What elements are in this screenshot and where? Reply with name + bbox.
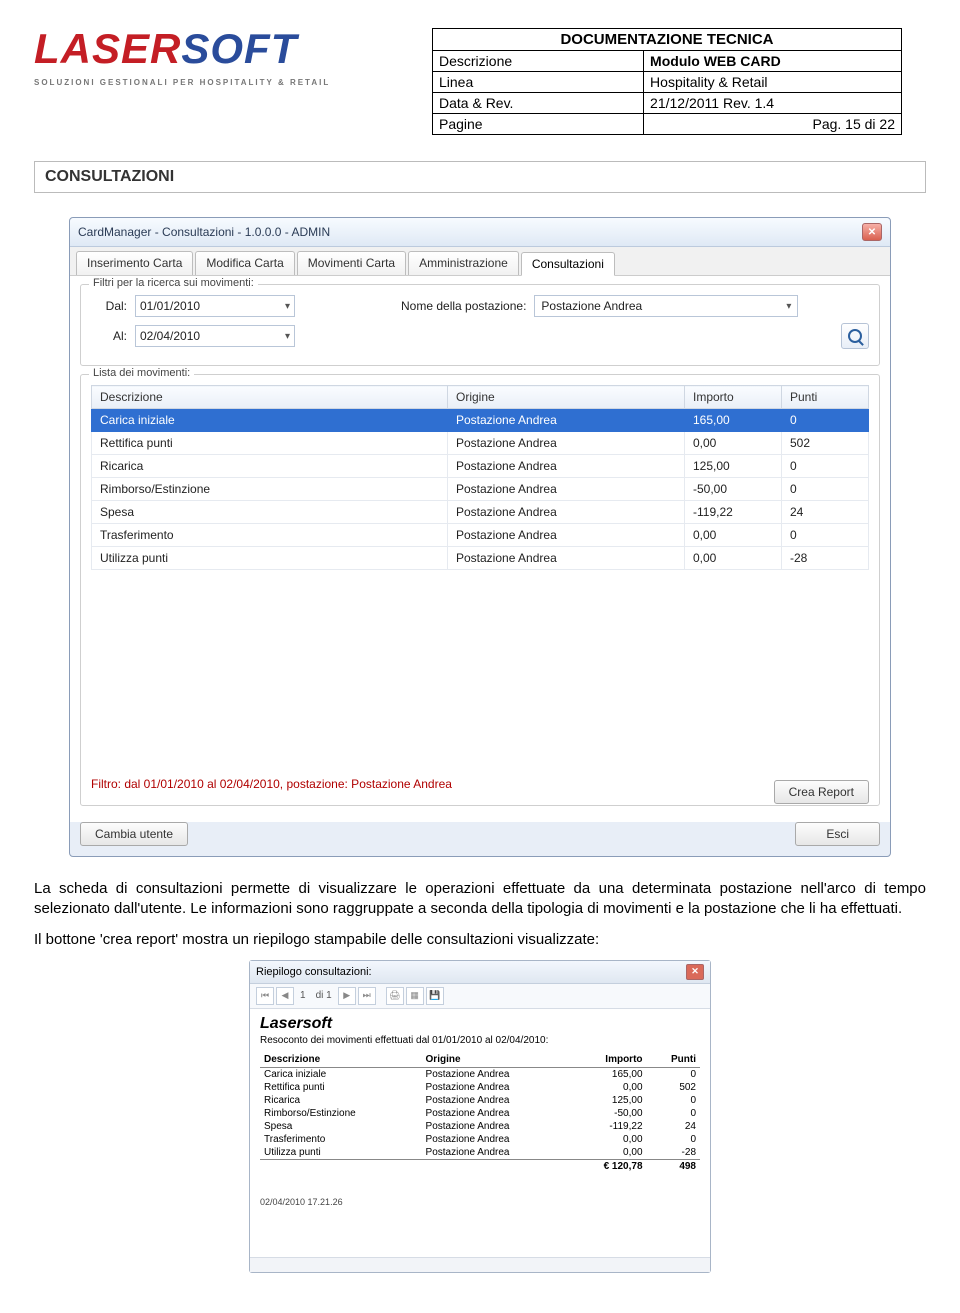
col-descrizione[interactable]: Descrizione	[92, 386, 448, 409]
doc-header: LASERSOFT SOLUZIONI GESTIONALI PER HOSPI…	[34, 28, 926, 135]
filter-legend: Filtri per la ricerca sui movimenti:	[89, 277, 258, 289]
calendar-icon[interactable]: ▾	[285, 301, 290, 312]
paragraph-1: La scheda di consultazioni permette di v…	[34, 879, 926, 920]
logo: LASERSOFT SOLUZIONI GESTIONALI PER HOSPI…	[34, 28, 414, 87]
section-title: CONSULTAZIONI	[34, 161, 926, 193]
table-row: RicaricaPostazione Andrea125,000	[260, 1094, 700, 1107]
report-subtitle: Resoconto dei movimenti effettuati dal 0…	[260, 1035, 700, 1046]
col-origine[interactable]: Origine	[448, 386, 685, 409]
nav-next-icon[interactable]: ▶	[338, 987, 356, 1005]
window-titlebar: CardManager - Consultazioni - 1.0.0.0 - …	[70, 218, 890, 247]
table-row: Rettifica puntiPostazione Andrea0,00502	[260, 1081, 700, 1094]
table-row[interactable]: RicaricaPostazione Andrea125,000	[92, 455, 869, 478]
print-icon[interactable]: 🖨	[386, 987, 404, 1005]
exit-button[interactable]: Esci	[795, 822, 880, 846]
report-window: Riepilogo consultazioni: ✕ ⏮ ◀ 1 di 1 ▶ …	[249, 960, 711, 1273]
movements-table: Descrizione Origine Importo Punti Carica…	[91, 385, 869, 570]
close-icon[interactable]: ✕	[862, 223, 882, 241]
tab-inserimento[interactable]: Inserimento Carta	[76, 251, 193, 275]
logo-text-b: SOFT	[181, 28, 297, 70]
table-row: Rimborso/EstinzionePostazione Andrea-50,…	[260, 1107, 700, 1120]
export-icon[interactable]: 💾	[426, 987, 444, 1005]
report-total-importo: € 120,78	[570, 1159, 646, 1173]
tab-movimenti[interactable]: Movimenti Carta	[297, 251, 406, 275]
report-toolbar: ⏮ ◀ 1 di 1 ▶ ⏭ 🖨 ▦ 💾	[250, 984, 710, 1009]
label-postazione: Nome della postazione:	[401, 299, 526, 313]
window-title: CardManager - Consultazioni - 1.0.0.0 - …	[78, 225, 330, 239]
report-total-punti: 498	[647, 1159, 700, 1173]
doc-title: DOCUMENTAZIONE TECNICA	[433, 29, 902, 51]
chevron-down-icon[interactable]: ▾	[786, 301, 791, 312]
table-row[interactable]: TrasferimentoPostazione Andrea0,000	[92, 524, 869, 547]
nav-of: di 1	[312, 990, 336, 1001]
list-group: Lista dei movimenti: Descrizione Origine…	[80, 374, 880, 806]
table-row[interactable]: Carica inizialePostazione Andrea165,000	[92, 409, 869, 432]
window-footer: Cambia utente Esci	[70, 822, 890, 856]
report-table: Descrizione Origine Importo Punti Carica…	[260, 1052, 700, 1173]
create-report-button[interactable]: Crea Report	[774, 780, 869, 804]
paragraph-2: Il bottone 'crea report' mostra un riepi…	[34, 930, 926, 950]
tab-bar: Inserimento Carta Modifica Carta Movimen…	[70, 247, 890, 276]
logo-text-a: LASER	[34, 28, 181, 70]
table-row: Utilizza puntiPostazione Andrea0,00-28	[260, 1146, 700, 1160]
tab-modifica[interactable]: Modifica Carta	[195, 251, 294, 275]
change-user-button[interactable]: Cambia utente	[80, 822, 188, 846]
report-title: Riepilogo consultazioni:	[256, 966, 372, 978]
report-total-row: € 120,78 498	[260, 1159, 700, 1173]
date-to-input[interactable]: 02/04/2010 ▾	[135, 325, 295, 347]
search-icon	[848, 329, 862, 343]
label-al: Al:	[91, 329, 127, 343]
doc-meta-table: DOCUMENTAZIONE TECNICA DescrizioneModulo…	[432, 28, 902, 135]
filter-status: Filtro: dal 01/01/2010 al 02/04/2010, po…	[91, 777, 739, 791]
table-row[interactable]: Rettifica puntiPostazione Andrea0,00502	[92, 432, 869, 455]
tab-consultazioni[interactable]: Consultazioni	[521, 252, 615, 276]
table-row[interactable]: Rimborso/EstinzionePostazione Andrea-50,…	[92, 478, 869, 501]
calendar-icon[interactable]: ▾	[285, 331, 290, 342]
table-row: TrasferimentoPostazione Andrea0,000	[260, 1133, 700, 1146]
nav-first-icon[interactable]: ⏮	[256, 987, 274, 1005]
table-row: SpesaPostazione Andrea-119,2224	[260, 1120, 700, 1133]
nav-prev-icon[interactable]: ◀	[276, 987, 294, 1005]
postazione-select[interactable]: Postazione Andrea ▾	[534, 295, 798, 317]
tab-amministrazione[interactable]: Amministrazione	[408, 251, 519, 275]
logo-subtitle: SOLUZIONI GESTIONALI PER HOSPITALITY & R…	[34, 78, 414, 87]
nav-page: 1	[296, 990, 310, 1001]
report-statusbar	[250, 1257, 710, 1272]
report-titlebar: Riepilogo consultazioni: ✕	[250, 961, 710, 984]
report-timestamp: 02/04/2010 17.21.26	[260, 1197, 700, 1207]
report-company: Lasersoft	[260, 1015, 700, 1033]
close-icon[interactable]: ✕	[686, 964, 704, 980]
label-dal: Dal:	[91, 299, 127, 313]
date-from-input[interactable]: 01/01/2010 ▾	[135, 295, 295, 317]
list-legend: Lista dei movimenti:	[89, 367, 194, 379]
table-row[interactable]: Utilizza puntiPostazione Andrea0,00-28	[92, 547, 869, 570]
table-row[interactable]: SpesaPostazione Andrea-119,2224	[92, 501, 869, 524]
col-importo[interactable]: Importo	[685, 386, 782, 409]
nav-last-icon[interactable]: ⏭	[358, 987, 376, 1005]
card-manager-window: CardManager - Consultazioni - 1.0.0.0 - …	[69, 217, 891, 857]
search-button[interactable]	[841, 323, 869, 349]
col-punti[interactable]: Punti	[782, 386, 869, 409]
filter-group: Filtri per la ricerca sui movimenti: Dal…	[80, 284, 880, 366]
table-row: Carica inizialePostazione Andrea165,000	[260, 1067, 700, 1081]
layout-icon[interactable]: ▦	[406, 987, 424, 1005]
